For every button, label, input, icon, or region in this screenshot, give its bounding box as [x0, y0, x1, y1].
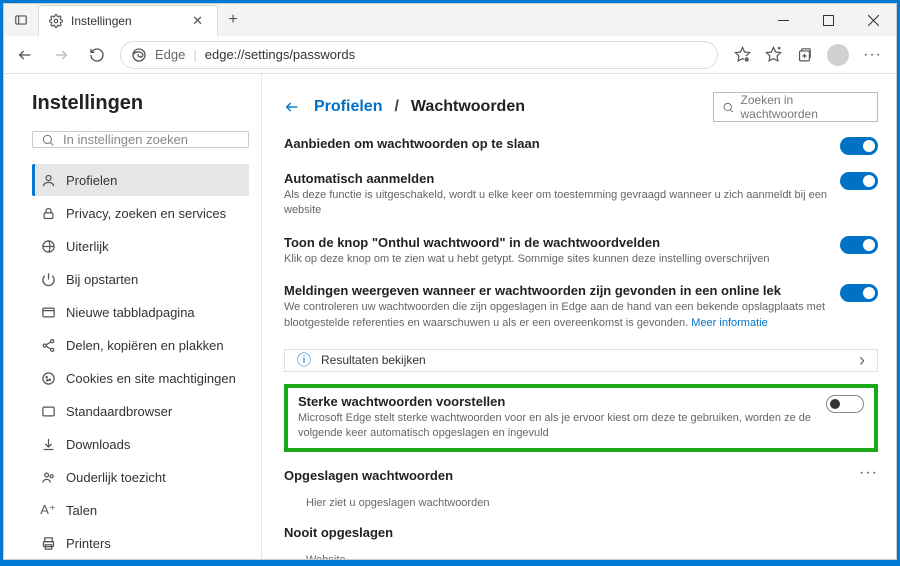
nav-appearance[interactable]: Uiterlijk — [32, 230, 249, 262]
highlighted-option: Sterke wachtwoorden voorstellen Microsof… — [284, 384, 878, 452]
nav-share[interactable]: Delen, kopiëren en plakken — [32, 329, 249, 361]
chevron-right-icon: › — [859, 350, 865, 371]
title-bar: Instellingen ✕ + — [4, 4, 896, 36]
tab-close-button[interactable]: ✕ — [188, 13, 207, 29]
nav-newtab[interactable]: Nieuwe tabbladpagina — [32, 296, 249, 328]
settings-sidebar: Instellingen In instellingen zoeken Prof… — [4, 74, 262, 559]
download-icon — [40, 437, 56, 452]
nav-profiles[interactable]: Profielen — [32, 164, 249, 196]
tracking-prevention-icon[interactable]: o — [734, 46, 751, 63]
nav-cookies[interactable]: Cookies en site machtigingen — [32, 362, 249, 394]
sidebar-nav: Profielen Privacy, zoeken en services Ui… — [32, 164, 249, 559]
printer-icon — [40, 536, 56, 551]
option-auto-signin: Automatisch aanmelden Als deze functie i… — [284, 169, 878, 221]
search-placeholder: In instellingen zoeken — [63, 132, 188, 147]
lock-icon — [40, 206, 56, 221]
main-panel: Profielen / Wachtwoorden Zoeken in wacht… — [262, 74, 896, 559]
never-saved-heading: Nooit opgeslagen — [284, 525, 878, 540]
address-prefix: Edge — [155, 47, 185, 62]
profile-icon — [40, 173, 56, 188]
option-reveal-password: Toon de knop "Onthul wachtwoord" in de w… — [284, 233, 878, 269]
share-icon — [40, 338, 56, 353]
passwords-search-input[interactable]: Zoeken in wachtwoorden — [713, 92, 878, 122]
more-info-link[interactable]: Meer informatie — [691, 317, 767, 329]
saved-passwords-more-button[interactable]: ··· — [859, 464, 878, 482]
menu-button[interactable]: ··· — [863, 46, 882, 64]
saved-passwords-empty: Hier ziet u opgeslagen wachtwoorden — [284, 497, 878, 509]
maximize-button[interactable] — [806, 4, 851, 36]
header-back-button[interactable] — [284, 99, 302, 115]
saved-passwords-heading: Opgeslagen wachtwoorden — [284, 468, 453, 483]
nav-privacy[interactable]: Privacy, zoeken en services — [32, 197, 249, 229]
sidebar-title: Instellingen — [32, 92, 249, 115]
cookie-icon — [40, 371, 56, 386]
toggle-reveal-password[interactable] — [840, 236, 878, 254]
family-icon — [40, 470, 56, 485]
minimize-button[interactable] — [761, 4, 806, 36]
browser-window: Instellingen ✕ + Edge | edge://settings/… — [3, 3, 897, 560]
tab-actions-button[interactable] — [4, 4, 38, 36]
close-window-button[interactable] — [851, 4, 896, 36]
nav-family[interactable]: Ouderlijk toezicht — [32, 461, 249, 493]
new-tab-button[interactable]: + — [218, 11, 248, 29]
breadcrumb-parent[interactable]: Profielen — [314, 98, 382, 116]
back-button[interactable] — [12, 42, 38, 68]
browser-tab[interactable]: Instellingen ✕ — [38, 5, 218, 36]
refresh-button[interactable] — [84, 42, 110, 68]
toggle-suggest-strong[interactable] — [826, 395, 864, 413]
nav-startup[interactable]: Bij opstarten — [32, 263, 249, 295]
appearance-icon — [40, 239, 56, 254]
profile-avatar[interactable] — [827, 44, 849, 66]
newtab-icon — [40, 305, 56, 320]
nav-default[interactable]: Standaardbrowser — [32, 395, 249, 427]
option-offer-save: Aanbieden om wachtwoorden op te slaan — [284, 134, 878, 157]
tab-title: Instellingen — [71, 14, 132, 28]
nav-downloads[interactable]: Downloads — [32, 428, 249, 460]
info-icon: ⓘ — [297, 350, 311, 370]
address-url: edge://settings/passwords — [205, 47, 355, 62]
toggle-leak-alerts[interactable] — [840, 284, 878, 302]
forward-button[interactable] — [48, 42, 74, 68]
page-header: Profielen / Wachtwoorden Zoeken in wacht… — [284, 92, 878, 122]
toolbar: Edge | edge://settings/passwords o ··· — [4, 36, 896, 74]
address-bar[interactable]: Edge | edge://settings/passwords — [120, 41, 718, 69]
view-results-button[interactable]: ⓘ Resultaten bekijken › — [284, 349, 878, 372]
toggle-offer-save[interactable] — [840, 137, 878, 155]
never-saved-column-header: Website — [284, 554, 878, 559]
favorites-icon[interactable] — [765, 46, 782, 63]
browser-icon — [40, 404, 56, 419]
collections-icon[interactable] — [796, 46, 813, 63]
toggle-auto-signin[interactable] — [840, 172, 878, 190]
nav-languages[interactable]: A⁺Talen — [32, 494, 249, 526]
power-icon — [40, 272, 56, 287]
option-leak-alerts: Meldingen weergeven wanneer er wachtwoor… — [284, 281, 878, 333]
gear-icon — [49, 14, 63, 28]
nav-printers[interactable]: Printers — [32, 527, 249, 559]
settings-search-input[interactable]: In instellingen zoeken — [32, 131, 249, 148]
language-icon: A⁺ — [40, 502, 56, 518]
svg-text:o: o — [745, 57, 748, 63]
edge-logo-icon — [131, 47, 147, 63]
breadcrumb-current: Wachtwoorden — [411, 98, 525, 116]
